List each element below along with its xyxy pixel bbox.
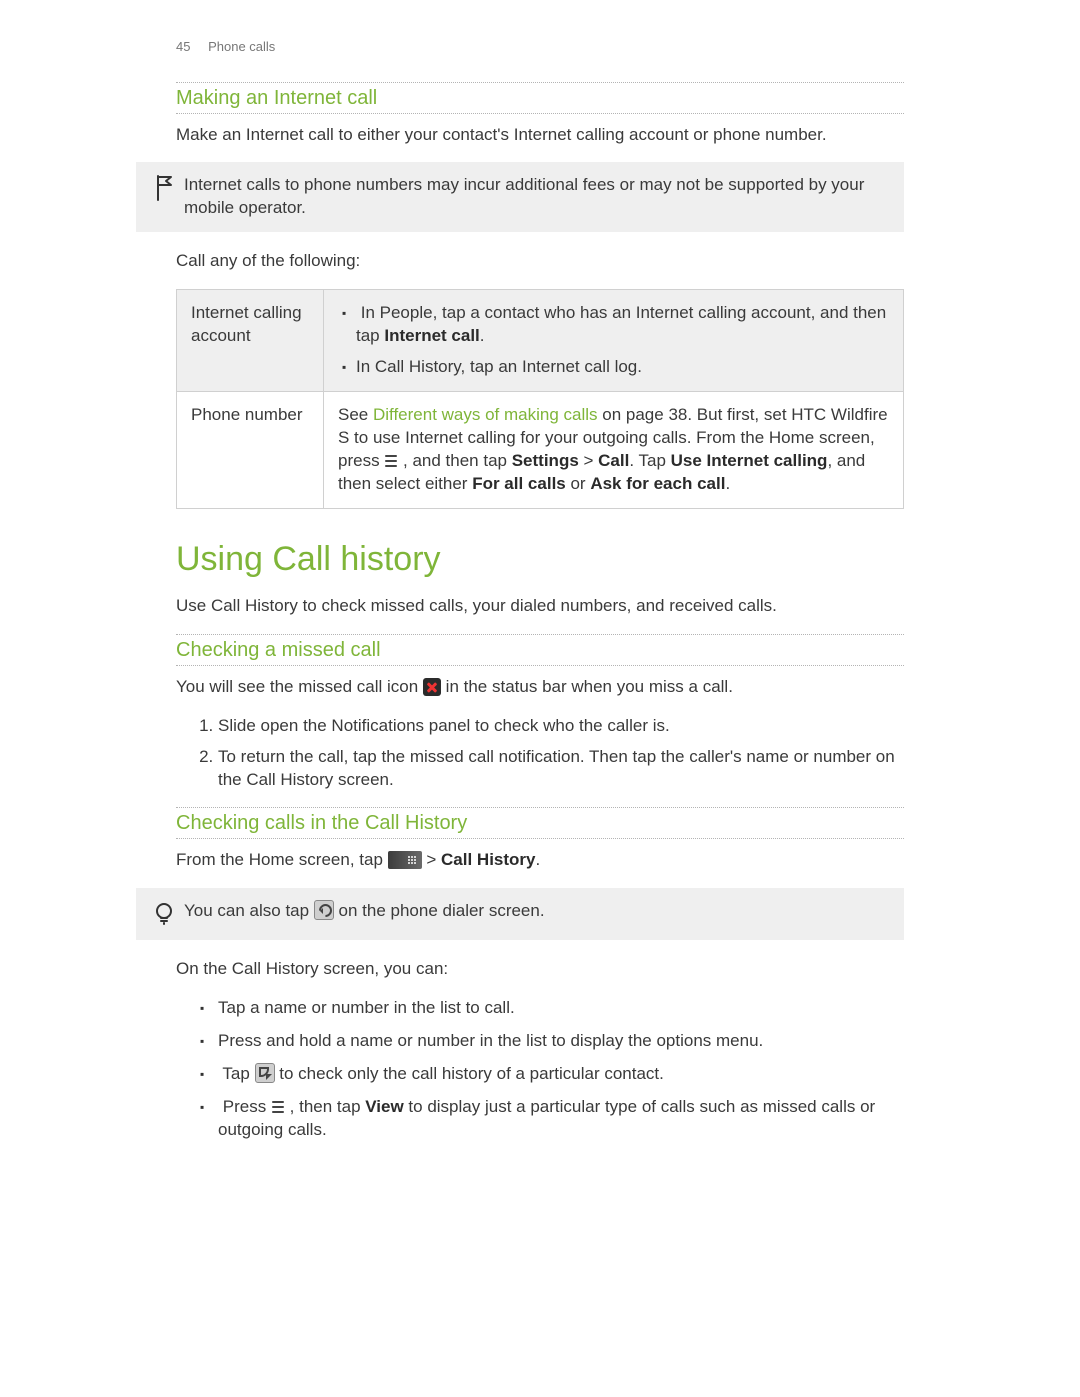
warning-callout: Internet calls to phone numbers may incu… — [136, 162, 904, 232]
paragraph: From the Home screen, tap > Call History… — [176, 849, 904, 872]
header-section: Phone calls — [208, 39, 275, 54]
paragraph: On the Call History screen, you can: — [176, 958, 904, 981]
table-row: Internet calling account In People, tap … — [177, 290, 904, 392]
paragraph: Use Call History to check missed calls, … — [176, 595, 904, 618]
call-history-tab-icon — [314, 900, 334, 920]
cross-reference-link[interactable]: Different ways of making calls — [373, 405, 598, 424]
row-content: See Different ways of making calls on pa… — [324, 392, 904, 509]
table-row: Phone number See Different ways of makin… — [177, 392, 904, 509]
row-content: In People, tap a contact who has an Inte… — [324, 290, 904, 392]
paragraph: You will see the missed call icon in the… — [176, 676, 904, 699]
rule — [176, 665, 904, 666]
rule — [176, 838, 904, 839]
tip-callout: You can also tap on the phone dialer scr… — [136, 888, 904, 940]
row-label: Phone number — [177, 392, 324, 509]
menu-icon — [271, 1101, 285, 1113]
warning-text: Internet calls to phone numbers may incu… — [184, 174, 888, 220]
page-number: 45 — [176, 39, 190, 54]
rule — [176, 634, 904, 635]
paragraph: Call any of the following: — [176, 250, 904, 273]
list-item: Slide open the Notifications panel to ch… — [218, 715, 904, 738]
missed-call-icon — [423, 678, 441, 696]
bullet-list: Tap a name or number in the list to call… — [176, 997, 904, 1142]
list-item: Press , then tap View to display just a … — [218, 1096, 904, 1142]
options-table: Internet calling account In People, tap … — [176, 289, 904, 509]
subsection-title: Making an Internet call — [176, 85, 904, 112]
row-label: Internet calling account — [177, 290, 324, 392]
list-item: In Call History, tap an Internet call lo… — [356, 356, 889, 379]
rule — [176, 82, 904, 83]
menu-icon — [384, 455, 398, 467]
list-item: Press and hold a name or number in the l… — [218, 1030, 904, 1053]
list-item: Tap a name or number in the list to call… — [218, 997, 904, 1020]
paragraph: Make an Internet call to either your con… — [176, 124, 904, 147]
subsection-title: Checking a missed call — [176, 637, 904, 664]
list-item: To return the call, tap the missed call … — [218, 746, 904, 792]
subsection-title: Checking calls in the Call History — [176, 810, 904, 837]
rule — [176, 113, 904, 114]
manual-page: 45 Phone calls Making an Internet call M… — [0, 0, 1080, 1397]
contact-history-icon — [255, 1063, 275, 1083]
list-item: Tap to check only the call history of a … — [218, 1063, 904, 1086]
running-header: 45 Phone calls — [176, 38, 904, 56]
flag-icon — [144, 174, 184, 202]
app-launcher-icon — [388, 851, 422, 869]
list-item: In People, tap a contact who has an Inte… — [356, 302, 889, 348]
step-list: Slide open the Notifications panel to ch… — [176, 715, 904, 792]
lightbulb-icon — [144, 900, 184, 928]
tip-text: You can also tap on the phone dialer scr… — [184, 900, 888, 923]
section-title: Using Call history — [176, 537, 904, 583]
rule — [176, 807, 904, 808]
